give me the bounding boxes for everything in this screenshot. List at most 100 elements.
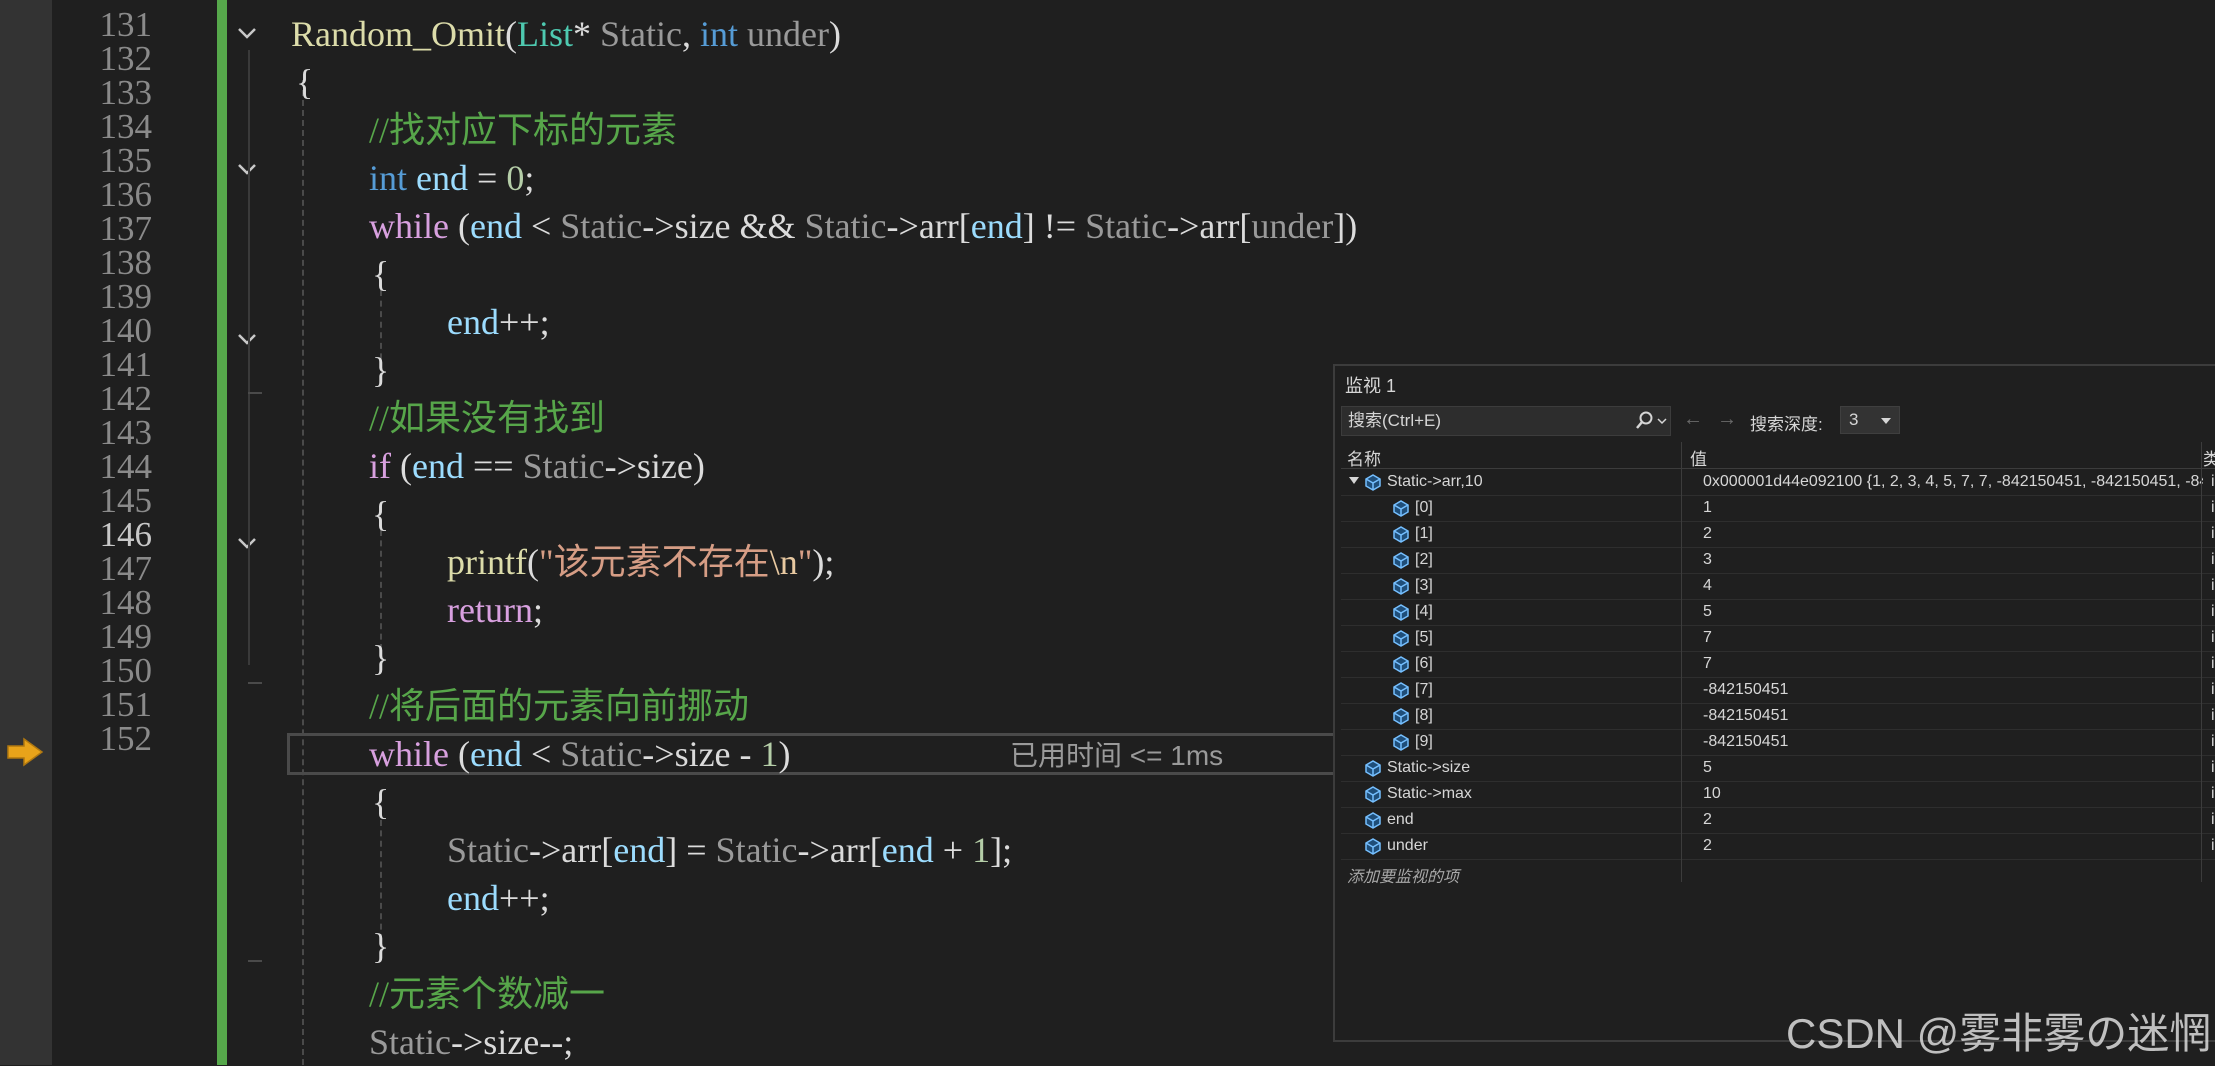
watch-row[interactable]: Static->arr,10 0x000001d44e092100 {1, 2, … (1341, 469, 2215, 496)
column-divider[interactable] (1681, 442, 1682, 882)
watch-row[interactable]: Static->max 10 in (1341, 781, 2215, 808)
fold-chevron-icon[interactable] (236, 22, 258, 44)
code-line[interactable]: end++; (447, 874, 550, 922)
code-line[interactable]: return; (447, 586, 543, 634)
code-line[interactable]: } (372, 346, 389, 394)
watch-row-value[interactable]: 10 (1703, 785, 2203, 803)
watch-row[interactable]: [3] 4 in (1341, 573, 2215, 600)
code-line[interactable]: { (296, 58, 313, 106)
watch-row-value[interactable]: 1 (1703, 499, 2203, 517)
watch-row-type: in (2211, 655, 2215, 672)
code-line[interactable]: Static->arr[end] = Static->arr[end + 1]; (447, 826, 1012, 874)
parameter: Static (560, 206, 643, 246)
watch-row[interactable]: end 2 in (1341, 807, 2215, 834)
glyph-margin[interactable] (0, 0, 52, 1065)
column-header-value[interactable]: 值 (1690, 445, 1707, 470)
watch-row[interactable]: [7] -842150451 in (1341, 677, 2215, 704)
variable: end (469, 206, 522, 246)
code-comment[interactable]: //元素个数减一 (369, 970, 605, 1018)
number: 0 (506, 158, 525, 198)
watch-search-box[interactable] (1341, 406, 1671, 436)
watch-row-type: in (2211, 525, 2215, 542)
variable: end (613, 830, 666, 870)
watch-object-icon (1393, 656, 1409, 673)
watch-row[interactable]: [1] 2 in (1341, 521, 2215, 548)
code-line[interactable]: { (372, 778, 389, 826)
watch-table-header: 名称 值 类 (1341, 442, 2215, 469)
code-line[interactable]: } (372, 922, 389, 970)
code-line[interactable]: } (372, 634, 389, 682)
code-line[interactable]: Random_Omit(List* Static, int under) (291, 10, 841, 58)
watch-row[interactable]: [6] 7 in (1341, 651, 2215, 678)
watch-row[interactable]: [8] -842150451 in (1341, 703, 2215, 730)
code-line[interactable]: printf("该元素不存在\n"); (447, 538, 834, 586)
perf-tip-elapsed-time[interactable]: 已用时间 <= 1ms (1010, 735, 1223, 777)
watch-row[interactable]: [5] 7 in (1341, 625, 2215, 652)
code-comment[interactable]: //将后面的元素向前挪动 (369, 682, 749, 730)
watch-row-value[interactable]: 4 (1703, 577, 2203, 595)
watch-row-value[interactable]: -842150451 (1703, 681, 2203, 699)
watch-row[interactable]: Static->size 5 in (1341, 755, 2215, 782)
code-line[interactable]: end++; (447, 298, 550, 346)
keyword: int (369, 158, 408, 198)
watch-row-value[interactable]: 2 (1703, 525, 2203, 543)
code-line-current[interactable]: while (end < Static->size - 1) (369, 730, 791, 778)
variable: end (447, 878, 499, 918)
watch-row-type: in (2211, 551, 2215, 568)
watch-row-value[interactable]: 2 (1703, 811, 2203, 829)
watch-search-input[interactable] (1348, 410, 1618, 432)
punct: - (730, 734, 761, 774)
watch-window-title[interactable]: 监视 1 (1345, 372, 1396, 398)
watch-row-value[interactable]: 5 (1703, 603, 2203, 621)
fold-chevron-icon[interactable] (236, 532, 258, 554)
watch-object-icon (1393, 708, 1409, 725)
column-header-name[interactable]: 名称 (1347, 445, 1381, 470)
watch-row-value[interactable]: 5 (1703, 759, 2203, 777)
search-next-arrow-icon[interactable]: → (1717, 408, 1739, 430)
fold-region-end (248, 960, 262, 962)
punct: ( (505, 14, 517, 54)
watch-row-value[interactable]: 7 (1703, 629, 2203, 647)
watch-row-name: Static->max (1387, 785, 1472, 802)
watch-row[interactable]: [2] 3 in (1341, 547, 2215, 574)
watch-row-value[interactable]: 7 (1703, 655, 2203, 673)
code-comment[interactable]: //找对应下标的元素 (369, 106, 677, 154)
code-line[interactable]: int end = 0; (369, 154, 534, 202)
parameter: Static (1085, 206, 1168, 246)
member: size (483, 1022, 540, 1062)
search-depth-dropdown[interactable]: 3 (1840, 406, 1900, 434)
add-watch-item-row[interactable]: 添加要监视的项 (1341, 859, 1681, 886)
expand-collapse-icon[interactable] (1349, 477, 1359, 484)
execution-arrow-icon[interactable] (6, 736, 46, 768)
watch-row-value[interactable]: -842150451 (1703, 733, 2203, 751)
fold-chevron-icon[interactable] (236, 328, 258, 350)
watch-row-name: Static->size (1387, 759, 1471, 776)
watch-row-value[interactable]: 0x000001d44e092100 {1, 2, 3, 4, 5, 7, 7,… (1703, 473, 2203, 491)
search-depth-value: 3 (1849, 410, 1859, 429)
watch-row-value[interactable]: 3 (1703, 551, 2203, 569)
fold-chevron-icon[interactable] (236, 158, 258, 180)
column-header-type[interactable]: 类 (2203, 445, 2215, 470)
punct: ) (828, 14, 841, 54)
code-line[interactable]: { (372, 490, 389, 538)
watch-row[interactable]: [9] -842150451 in (1341, 729, 2215, 756)
watch-row-value[interactable]: 2 (1703, 837, 2203, 855)
search-icon[interactable] (1632, 410, 1670, 432)
watch-row-type: in (2211, 681, 2215, 698)
parameter: under (1251, 206, 1334, 246)
code-line[interactable]: while (end < Static->size && Static->arr… (369, 202, 1357, 250)
watch-row[interactable]: [4] 5 in (1341, 599, 2215, 626)
member: arr (1199, 206, 1240, 246)
punct: -> (886, 206, 919, 246)
code-line[interactable]: if (end == Static->size) (369, 442, 705, 490)
watch-row-value[interactable]: -842150451 (1703, 707, 2203, 725)
code-line[interactable]: Static->size--; (369, 1018, 573, 1066)
search-previous-arrow-icon[interactable]: ← (1683, 408, 1705, 430)
watch-window[interactable]: 监视 1 ← → 搜索深度: 3 名称 值 类 Static->arr,10 0x… (1333, 364, 2215, 1042)
code-comment[interactable]: //如果没有找到 (369, 394, 605, 442)
code-line[interactable]: { (372, 250, 389, 298)
watch-row[interactable]: under 2 in (1341, 833, 2215, 860)
column-divider[interactable] (2201, 442, 2202, 882)
member: size (674, 206, 731, 246)
watch-row[interactable]: [0] 1 in (1341, 495, 2215, 522)
